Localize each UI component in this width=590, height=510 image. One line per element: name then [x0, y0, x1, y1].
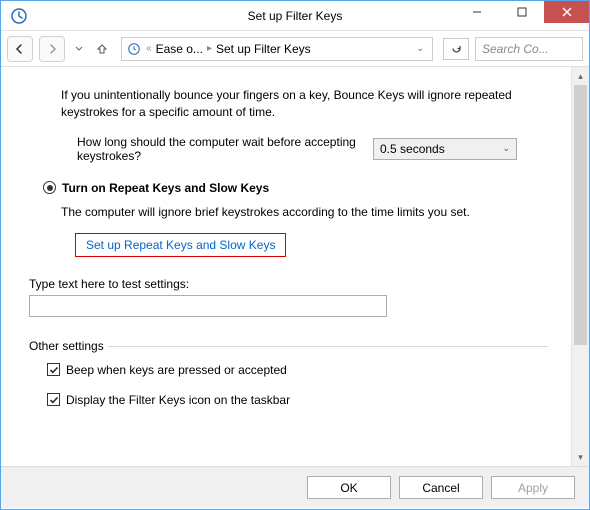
navbar: « Ease o... ▸ Set up Filter Keys ⌄ Searc… [1, 31, 589, 67]
test-input[interactable] [29, 295, 387, 317]
content: If you unintentionally bounce your finge… [1, 67, 571, 466]
content-area: If you unintentionally bounce your finge… [1, 67, 589, 466]
titlebar: Set up Filter Keys [1, 1, 589, 31]
forward-button[interactable] [39, 36, 65, 62]
history-dropdown[interactable] [71, 41, 87, 57]
repeat-radio-row: Turn on Repeat Keys and Slow Keys [43, 181, 551, 195]
up-button[interactable] [93, 39, 111, 59]
window-title: Set up Filter Keys [248, 9, 343, 23]
apply-button[interactable]: Apply [491, 476, 575, 499]
search-placeholder: Search Co... [482, 42, 549, 56]
radio-dot-icon [47, 185, 53, 191]
bounce-description: If you unintentionally bounce your finge… [61, 87, 551, 121]
minimize-button[interactable] [454, 1, 499, 23]
scroll-down-icon[interactable]: ▾ [572, 448, 589, 466]
address-dropdown-icon[interactable]: ⌄ [412, 43, 428, 54]
ok-button[interactable]: OK [307, 476, 391, 499]
breadcrumb-filterkeys[interactable]: Set up Filter Keys [216, 42, 311, 56]
other-settings-section: Other settings Beep when keys are presse… [29, 339, 551, 407]
breadcrumb-ease[interactable]: Ease o... [156, 42, 203, 56]
breadcrumb-chevron-icon: « [146, 43, 152, 54]
taskbar-checkbox[interactable] [47, 393, 60, 406]
chevron-down-icon: ⌄ [502, 143, 510, 154]
cancel-button[interactable]: Cancel [399, 476, 483, 499]
bounce-wait-select[interactable]: 0.5 seconds ⌄ [373, 138, 517, 160]
window-buttons [454, 1, 589, 30]
taskbar-label: Display the Filter Keys icon on the task… [66, 393, 290, 407]
refresh-button[interactable] [443, 38, 469, 60]
other-settings-heading: Other settings [29, 339, 104, 353]
scroll-up-icon[interactable]: ▴ [572, 67, 589, 85]
beep-label: Beep when keys are pressed or accepted [66, 363, 287, 377]
app-icon [11, 8, 27, 24]
search-input[interactable]: Search Co... [475, 37, 583, 61]
maximize-button[interactable] [499, 1, 544, 23]
bounce-wait-row: How long should the computer wait before… [77, 135, 551, 163]
section-divider [108, 346, 548, 347]
address-bar[interactable]: « Ease o... ▸ Set up Filter Keys ⌄ [121, 37, 433, 61]
repeat-radio[interactable] [43, 181, 56, 194]
bounce-wait-value: 0.5 seconds [380, 142, 445, 156]
close-button[interactable] [544, 1, 589, 23]
scroll-thumb[interactable] [574, 85, 587, 345]
back-button[interactable] [7, 36, 33, 62]
location-icon [126, 41, 142, 57]
beep-checkbox[interactable] [47, 363, 60, 376]
setup-repeat-link[interactable]: Set up Repeat Keys and Slow Keys [86, 238, 275, 252]
bounce-question: How long should the computer wait before… [77, 135, 357, 163]
repeat-radio-label: Turn on Repeat Keys and Slow Keys [62, 181, 269, 195]
taskbar-checkbox-row: Display the Filter Keys icon on the task… [47, 393, 551, 407]
repeat-description: The computer will ignore brief keystroke… [61, 205, 551, 219]
repeat-link-highlight: Set up Repeat Keys and Slow Keys [75, 233, 286, 257]
breadcrumb-separator-icon: ▸ [207, 43, 212, 54]
beep-checkbox-row: Beep when keys are pressed or accepted [47, 363, 551, 377]
test-label: Type text here to test settings: [29, 277, 551, 291]
dialog-footer: OK Cancel Apply [1, 466, 589, 508]
vertical-scrollbar[interactable]: ▴ ▾ [571, 67, 589, 466]
